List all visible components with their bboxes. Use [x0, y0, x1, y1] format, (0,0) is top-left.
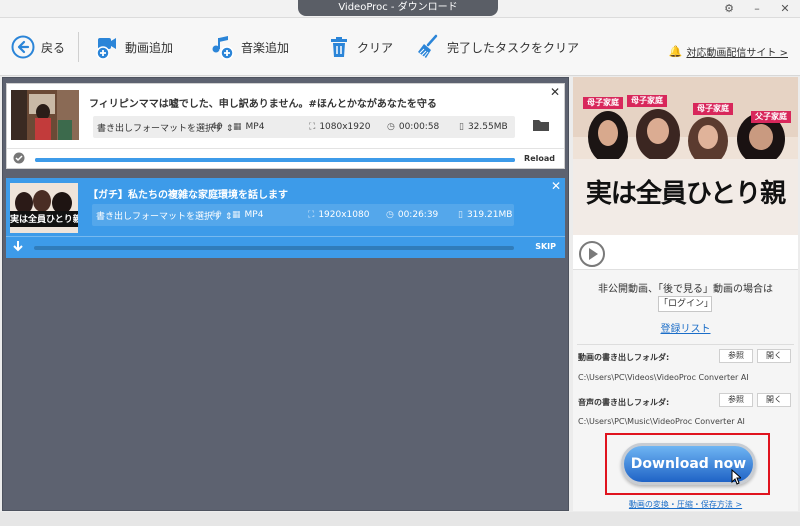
- add-video-icon: [94, 34, 120, 60]
- size-field: ▯ 32.55MB: [459, 122, 508, 132]
- howto-link[interactable]: 動画の変換・圧縮・保存方法 >: [573, 499, 798, 510]
- broom-icon: [416, 34, 442, 60]
- close-icon[interactable]: ✕: [551, 179, 561, 193]
- preview-caption: 実は全員ひとり親: [585, 179, 786, 209]
- video-preview: 母子家庭 母子家庭 母子家庭 父子家庭 実は全員ひとり親: [573, 77, 798, 235]
- login-button[interactable]: 「ログイン」: [658, 296, 713, 312]
- trash-icon: [326, 34, 352, 60]
- clock-icon: ◷: [386, 210, 394, 220]
- login-note: 非公開動画、「後で見る」動画の場合は: [598, 284, 773, 295]
- clear-done-button[interactable]: 完了したタスクをクリア: [416, 34, 579, 60]
- add-music-button[interactable]: 音楽追加: [210, 34, 289, 60]
- add-video-button[interactable]: 動画追加: [94, 34, 173, 60]
- close-icon[interactable]: ✕: [550, 85, 560, 99]
- duration-value: 00:26:39: [397, 210, 439, 220]
- resolution-value: 1080x1920: [319, 122, 371, 132]
- window-title: VideoProc - ダウンロード: [298, 0, 498, 16]
- supported-sites-link[interactable]: 対応動画配信サイト >: [686, 44, 788, 59]
- check-circle-icon: [13, 152, 25, 167]
- back-arrow-icon: [10, 34, 36, 60]
- download-task-active[interactable]: 実は全員ひとり親 【ガチ】私たちの複雑な家庭環境を話します ✕ 書き出しフォーマ…: [6, 178, 565, 258]
- film-icon: ▦: [232, 210, 241, 220]
- resolution-field: ⛶ 1920x1080: [308, 210, 369, 220]
- resolution-field: ⛶ 1080x1920: [309, 122, 370, 132]
- supported-sites-notice[interactable]: 🔔 対応動画配信サイト >: [669, 44, 788, 59]
- size-value: 319.21MB: [466, 210, 513, 220]
- mouse-cursor-icon: [731, 468, 743, 485]
- preview-tag: 母子家庭: [587, 98, 619, 107]
- video-folder-label: 動画の書き出しフォルダ:: [578, 353, 670, 362]
- progress-fill: [35, 158, 515, 162]
- progress-bar: [35, 158, 515, 162]
- register-list-link[interactable]: 登録リスト: [573, 320, 798, 335]
- add-music-icon: [210, 34, 236, 60]
- film-icon: ▦: [233, 122, 242, 132]
- audio-folder-path: C:\Users\PC\Music\VideoProc Converter AI: [578, 417, 745, 426]
- toolbar-divider: [78, 32, 79, 62]
- file-icon: ▯: [458, 210, 463, 220]
- format-value: MP4: [244, 210, 264, 220]
- count-value: 40: [210, 210, 222, 220]
- title-bar: VideoProc - ダウンロード ⚙ – ✕: [0, 0, 800, 18]
- minimize-icon[interactable]: –: [748, 1, 766, 17]
- add-music-label: 音楽追加: [241, 40, 290, 55]
- folder-icon[interactable]: [532, 118, 550, 136]
- duration-value: 00:00:58: [398, 122, 440, 132]
- bell-icon: 🔔: [668, 45, 683, 58]
- progress-row: Reload: [7, 148, 564, 168]
- progress-row: SKIP: [6, 236, 565, 256]
- audio-folder-label: 音声の書き出しフォルダ:: [578, 398, 670, 407]
- count-value: 40: [211, 122, 223, 132]
- add-video-label: 動画追加: [125, 40, 174, 55]
- format-field: ▦ MP4: [232, 210, 263, 220]
- duration-field: ◷ 00:26:39: [386, 210, 438, 220]
- size-field: ▯ 319.21MB: [458, 210, 512, 220]
- preview-tag: 父子家庭: [755, 112, 787, 121]
- clear-button[interactable]: クリア: [326, 34, 393, 60]
- preview-tag: 母子家庭: [631, 96, 663, 105]
- clock-icon: ◷: [387, 122, 395, 132]
- thumbnail-caption: 実は全員ひとり親: [10, 215, 78, 225]
- task-info-row: 書き出しフォーマットを選択す ⇕ 40 ▦ MP4 ⛶ 1080x1920 ◷ 00:…: [93, 116, 515, 138]
- clear-label: クリア: [357, 40, 394, 55]
- resolution-icon: ⛶: [308, 210, 315, 220]
- toolbar: 戻る 動画追加 音楽追加 クリア 完了したタスクをクリア 🔔 対応動画配信サイト…: [0, 18, 800, 76]
- resolution-value: 1920x1080: [318, 210, 370, 220]
- player-controls: [573, 235, 798, 270]
- skip-button[interactable]: SKIP: [535, 242, 556, 251]
- back-label: 戻る: [41, 40, 66, 55]
- task-list-panel: フィリピンママは嘘でした、申し訳ありません。#ほんとかながあなたを守る ✕ 書き…: [2, 77, 569, 511]
- size-value: 32.55MB: [467, 122, 508, 132]
- audio-open-button[interactable]: 開く: [757, 393, 791, 407]
- task-title: フィリピンママは嘘でした、申し訳ありません。#ほんとかながあなたを守る: [89, 99, 437, 110]
- preview-panel: 母子家庭 母子家庭 母子家庭 父子家庭 実は全員ひとり親 非公開動画、「後で見る…: [573, 77, 798, 511]
- video-open-button[interactable]: 開く: [757, 349, 791, 363]
- task-title: 【ガチ】私たちの複雑な家庭環境を話します: [88, 190, 288, 201]
- resolution-icon: ⛶: [309, 122, 316, 132]
- close-icon[interactable]: ✕: [776, 1, 794, 17]
- audio-browse-button[interactable]: 参照: [719, 393, 753, 407]
- download-task[interactable]: フィリピンママは嘘でした、申し訳ありません。#ほんとかながあなたを守る ✕ 書き…: [6, 83, 565, 169]
- duration-field: ◷ 00:00:58: [387, 122, 439, 132]
- download-arrow-icon: [12, 240, 24, 256]
- divider: [577, 344, 794, 345]
- video-thumbnail: 実は全員ひとり親: [10, 183, 78, 233]
- preview-tag: 母子家庭: [697, 104, 729, 113]
- format-field: ▦ MP4: [233, 122, 264, 132]
- reload-button[interactable]: Reload: [524, 154, 555, 163]
- play-icon[interactable]: [579, 241, 605, 267]
- video-folder-path: C:\Users\PC\Videos\VideoProc Converter A…: [578, 373, 749, 382]
- login-section: 非公開動画、「後で見る」動画の場合は 「ログイン」 登録リスト: [573, 270, 798, 345]
- clear-done-label: 完了したタスクをクリア: [447, 40, 580, 55]
- gear-icon[interactable]: ⚙: [720, 1, 738, 17]
- download-highlight-frame: Download now: [605, 433, 770, 495]
- format-value: MP4: [245, 122, 265, 132]
- task-info-row: 書き出しフォーマットを選択す ⇕ 40 ▦ MP4 ⛶ 1920x1080 ◷ 00:…: [92, 204, 514, 226]
- status-bar: [0, 512, 800, 526]
- file-icon: ▯: [459, 122, 464, 132]
- video-thumbnail: [11, 90, 79, 140]
- video-browse-button[interactable]: 参照: [719, 349, 753, 363]
- progress-bar: [34, 246, 514, 250]
- back-button[interactable]: 戻る: [10, 34, 65, 60]
